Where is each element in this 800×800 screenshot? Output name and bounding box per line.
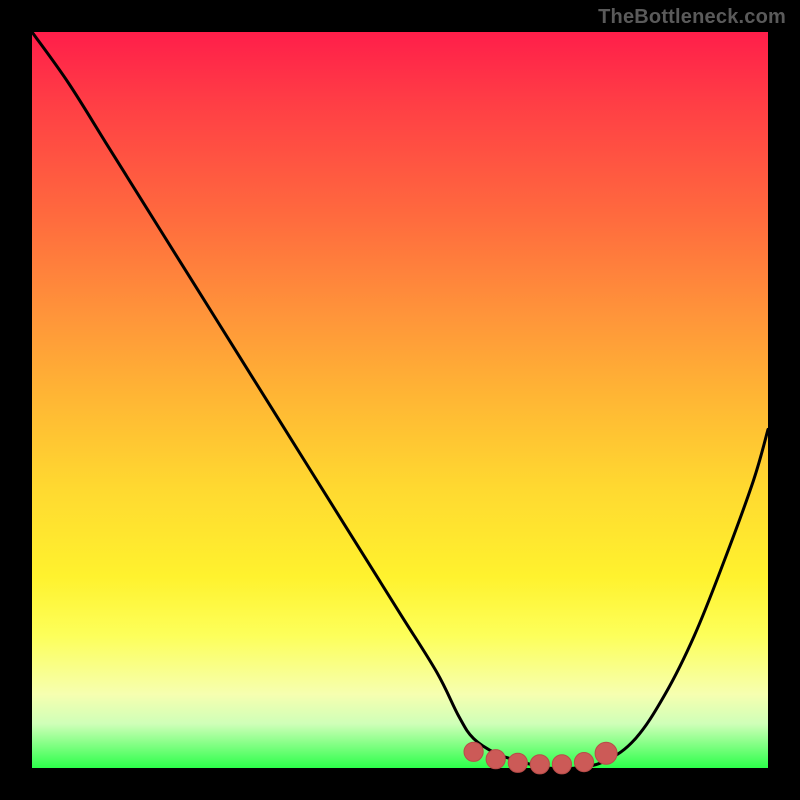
plot-area bbox=[32, 32, 768, 768]
chart-frame: TheBottleneck.com bbox=[0, 0, 800, 800]
marker-dot bbox=[574, 753, 593, 772]
marker-dot bbox=[530, 755, 549, 774]
marker-dot bbox=[464, 742, 483, 761]
marker-dot bbox=[595, 742, 617, 764]
watermark-text: TheBottleneck.com bbox=[598, 6, 786, 29]
marker-dot bbox=[486, 750, 505, 769]
marker-dot bbox=[508, 753, 527, 772]
marker-dot bbox=[552, 755, 571, 774]
curve-svg bbox=[32, 32, 768, 768]
bottleneck-curve bbox=[32, 32, 768, 769]
